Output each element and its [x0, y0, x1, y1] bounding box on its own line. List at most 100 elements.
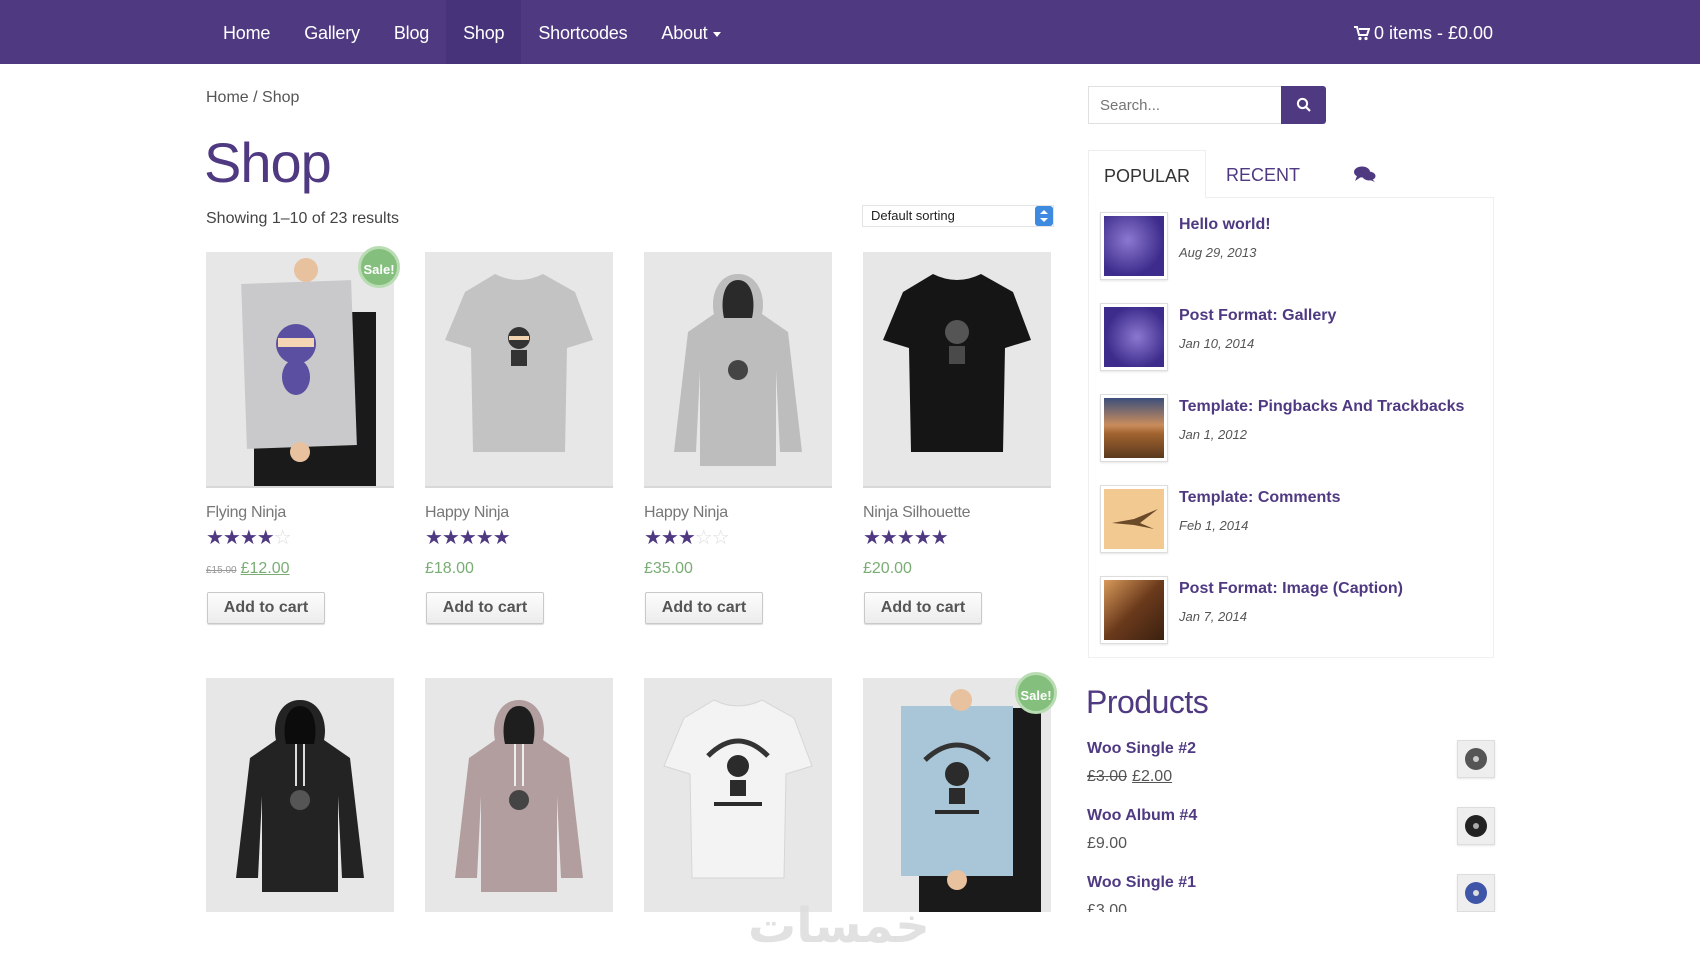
post-thumbnail[interactable]	[1100, 485, 1168, 553]
product-name[interactable]: Ninja Silhouette	[863, 504, 971, 522]
add-to-cart-button[interactable]: Add to cart	[645, 592, 763, 624]
old-price: £15.00	[206, 565, 237, 576]
star-rating: ★★★☆☆	[644, 527, 730, 549]
sale-badge: Sale!	[358, 246, 400, 288]
tab-comments[interactable]	[1346, 150, 1386, 198]
product-image-black-tshirt[interactable]	[863, 252, 1051, 488]
widget-product-thumbnail[interactable]	[1457, 874, 1495, 912]
popular-post-item: Post Format: Gallery Jan 10, 2014	[1100, 303, 1490, 373]
nav-about[interactable]: About	[644, 0, 738, 64]
nav-menu: Home Gallery Blog Shop Shortcodes About	[206, 0, 738, 64]
result-count: Showing 1–10 of 23 results	[206, 210, 400, 227]
product-price: £35.00	[644, 560, 693, 577]
shopping-cart-icon	[1353, 26, 1371, 41]
star-rating: ★★★★★	[863, 527, 949, 549]
product-name[interactable]: Happy Ninja	[425, 504, 509, 522]
widget-product-link[interactable]: Woo Single #1	[1087, 874, 1196, 892]
post-title-link[interactable]: Template: Comments	[1179, 489, 1341, 507]
post-date: Jan 7, 2014	[1179, 609, 1247, 624]
popular-post-item: Hello world! Aug 29, 2013	[1100, 212, 1490, 282]
widget-product-thumbnail[interactable]	[1457, 740, 1495, 778]
bird-image	[1112, 509, 1158, 529]
post-thumbnail[interactable]	[1100, 303, 1168, 371]
sale-price: £2.00	[1132, 768, 1173, 785]
caret-down-icon	[713, 31, 722, 37]
post-date: Jan 10, 2014	[1179, 336, 1255, 351]
blue-poster-image	[901, 689, 1041, 912]
star-rating: ★★★★☆	[206, 527, 292, 549]
black-hoodie-image	[236, 700, 364, 892]
search-icon	[1296, 97, 1311, 112]
product-image-poster-ninja[interactable]	[206, 252, 394, 488]
post-date: Aug 29, 2013	[1179, 245, 1257, 260]
widget-product-item: Woo Album #4 £9.00	[1087, 807, 1495, 867]
product-name[interactable]: Flying Ninja	[206, 504, 286, 522]
widget-product-price: £9.00	[1087, 835, 1128, 852]
popular-post-item: Template: Comments Feb 1, 2014	[1100, 485, 1490, 555]
add-to-cart-button[interactable]: Add to cart	[207, 592, 325, 624]
sale-price: £12.00	[240, 560, 290, 577]
vinyl-record-image	[1465, 882, 1487, 904]
popular-post-item: Template: Pingbacks And Trackbacks Jan 1…	[1100, 394, 1490, 464]
nav-home[interactable]: Home	[206, 0, 287, 64]
post-thumbnail[interactable]	[1100, 394, 1168, 462]
product-price: £18.00	[425, 560, 474, 577]
product-price: £15.00 £12.00	[206, 560, 290, 578]
product-image-white-tshirt[interactable]	[644, 678, 832, 914]
black-tshirt-image	[883, 274, 1031, 452]
widget-product-thumbnail[interactable]	[1457, 807, 1495, 845]
album-cover-image	[1465, 815, 1487, 837]
product-image-black-hoodie[interactable]	[206, 678, 394, 914]
top-navigation-bar: Home Gallery Blog Shop Shortcodes About …	[0, 0, 1700, 64]
product-image-blue-poster[interactable]	[863, 678, 1051, 914]
page-title: Shop	[204, 131, 332, 194]
product-image-grey-tshirt[interactable]	[425, 252, 613, 488]
poster-ninja-image	[241, 258, 376, 486]
add-to-cart-button[interactable]: Add to cart	[426, 592, 544, 624]
grey-tshirt-image	[445, 274, 593, 452]
add-to-cart-button[interactable]: Add to cart	[864, 592, 982, 624]
nav-blog[interactable]: Blog	[377, 0, 446, 64]
product-image-pink-hoodie[interactable]	[425, 678, 613, 914]
vinyl-record-image	[1465, 748, 1487, 770]
post-title-link[interactable]: Post Format: Gallery	[1179, 307, 1336, 325]
search-button[interactable]	[1281, 86, 1326, 124]
nav-gallery[interactable]: Gallery	[287, 0, 377, 64]
sale-badge: Sale!	[1015, 672, 1057, 714]
product-price: £20.00	[863, 560, 912, 577]
widget-product-link[interactable]: Woo Single #2	[1087, 740, 1196, 758]
widget-product-price: £3.00 £2.00	[1087, 768, 1172, 786]
breadcrumb[interactable]: Home / Shop	[206, 89, 299, 107]
products-widget-title: Products	[1086, 684, 1209, 720]
watermark-logo: خمسات	[748, 898, 930, 954]
star-rating: ★★★★★	[425, 527, 511, 549]
post-title-link[interactable]: Post Format: Image (Caption)	[1179, 580, 1403, 598]
popular-post-item: Post Format: Image (Caption) Jan 7, 2014	[1100, 576, 1490, 646]
old-price: £3.00	[1087, 768, 1128, 785]
post-thumbnail[interactable]	[1100, 212, 1168, 280]
widget-product-link[interactable]: Woo Album #4	[1087, 807, 1197, 825]
widget-product-item: Woo Single #2 £3.00 £2.00	[1087, 740, 1495, 800]
select-arrows-icon	[1035, 206, 1053, 226]
pink-hoodie-image	[455, 700, 583, 892]
nav-shop[interactable]: Shop	[446, 0, 522, 64]
search-input[interactable]	[1088, 86, 1282, 124]
grey-hoodie-image	[674, 274, 802, 466]
nav-shortcodes[interactable]: Shortcodes	[521, 0, 644, 64]
sidebar-tabs: POPULAR RECENT	[1088, 150, 1494, 198]
post-date: Feb 1, 2014	[1179, 518, 1249, 533]
sorting-selected-value: Default sorting	[871, 208, 955, 223]
post-thumbnail[interactable]	[1100, 576, 1168, 644]
sorting-select[interactable]: Default sorting	[862, 205, 1054, 227]
post-title-link[interactable]: Hello world!	[1179, 216, 1271, 234]
cart-summary: 0 items - £0.00	[1373, 23, 1493, 43]
post-date: Jan 1, 2012	[1179, 427, 1247, 442]
tab-recent[interactable]: RECENT	[1226, 150, 1300, 198]
post-title-link[interactable]: Template: Pingbacks And Trackbacks	[1179, 398, 1464, 416]
tab-popular[interactable]: POPULAR	[1088, 150, 1206, 198]
comments-icon	[1354, 166, 1376, 182]
product-image-grey-hoodie[interactable]	[644, 252, 832, 488]
cart-link[interactable]: 0 items - £0.00	[1353, 0, 1493, 64]
product-name[interactable]: Happy Ninja	[644, 504, 728, 522]
nav-about-label: About	[661, 23, 708, 43]
